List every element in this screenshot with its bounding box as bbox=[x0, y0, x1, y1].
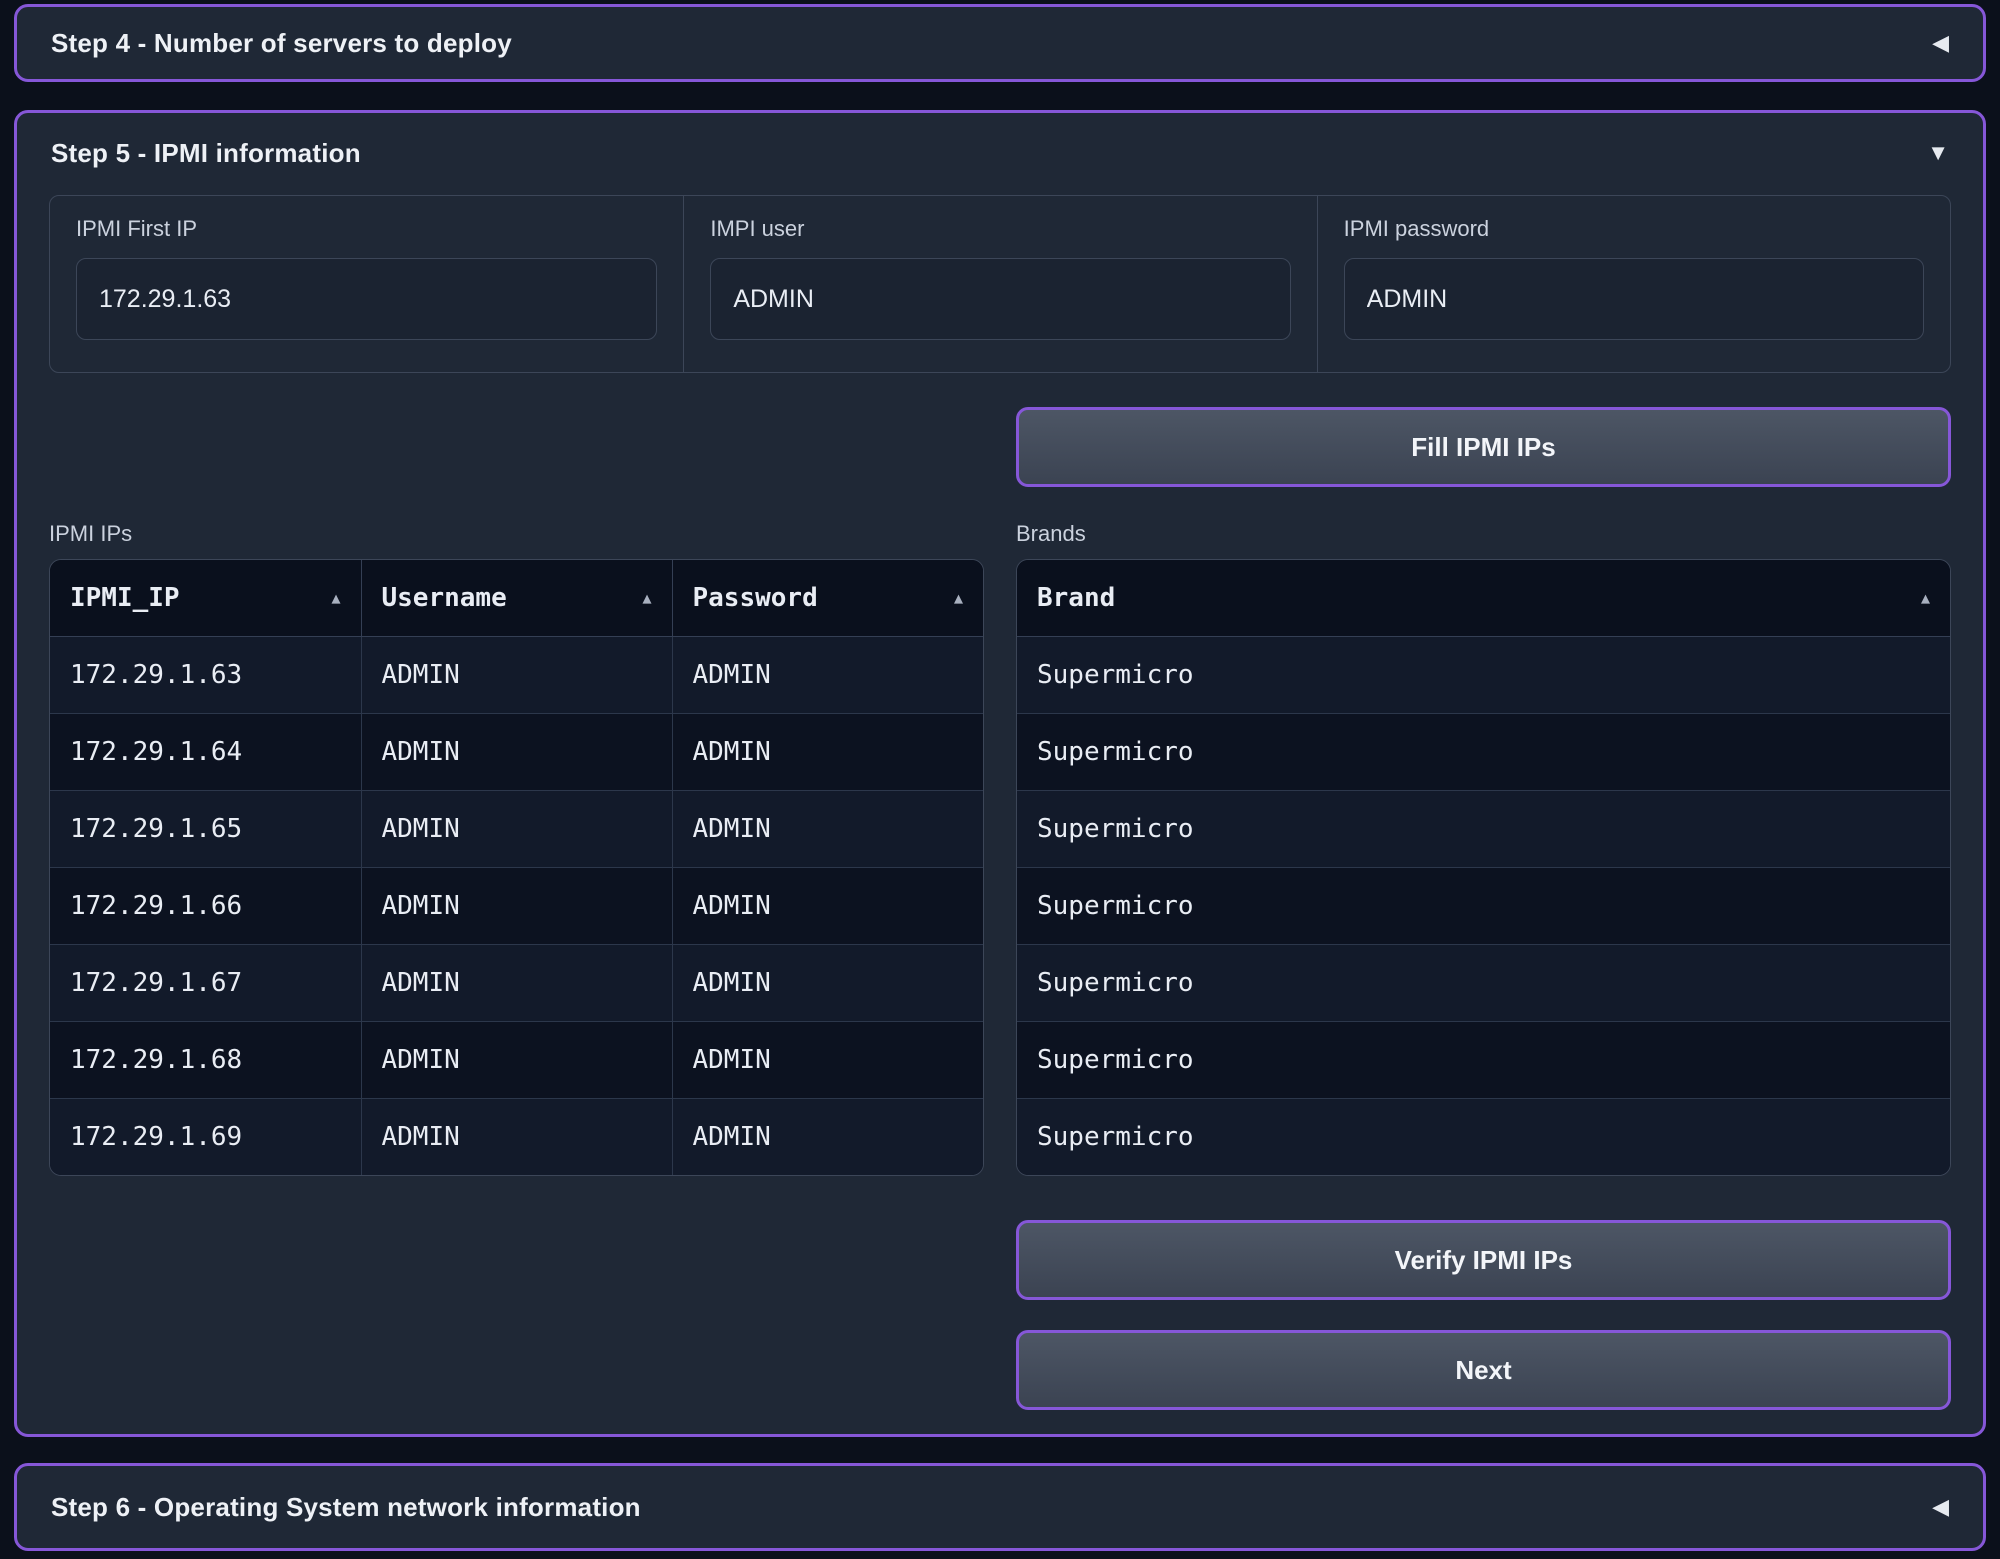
next-button[interactable]: Next bbox=[1016, 1330, 1951, 1410]
table-row: 172.29.1.68ADMINADMIN bbox=[50, 1022, 983, 1099]
table-cell[interactable]: Supermicro bbox=[1017, 714, 1950, 791]
column-header-password[interactable]: Password ▲ bbox=[672, 560, 983, 637]
table-row: 172.29.1.63ADMINADMIN bbox=[50, 637, 983, 714]
table-row: Supermicro bbox=[1017, 868, 1950, 945]
accordion-step4: Step 4 - Number of servers to deploy ◀ bbox=[14, 4, 1986, 82]
table-cell[interactable]: ADMIN bbox=[672, 637, 983, 714]
accordion-step5-title: Step 5 - IPMI information bbox=[51, 138, 361, 169]
accordion-step4-header[interactable]: Step 4 - Number of servers to deploy ◀ bbox=[17, 7, 1983, 79]
table-cell[interactable]: ADMIN bbox=[361, 1022, 672, 1099]
table-cell[interactable]: 172.29.1.66 bbox=[50, 868, 361, 945]
ipmi-user-field-group: IMPI user bbox=[683, 196, 1316, 372]
table-cell[interactable]: Supermicro bbox=[1017, 1022, 1950, 1099]
table-row: 172.29.1.69ADMINADMIN bbox=[50, 1099, 983, 1176]
table-cell[interactable]: 172.29.1.68 bbox=[50, 1022, 361, 1099]
table-cell[interactable]: 172.29.1.65 bbox=[50, 791, 361, 868]
brands-table: Brand▲SupermicroSupermicroSupermicroSupe… bbox=[1017, 560, 1950, 1175]
accordion-step5: Step 5 - IPMI information ▼ IPMI First I… bbox=[14, 110, 1986, 1437]
accordion-step6-header[interactable]: Step 6 - Operating System network inform… bbox=[17, 1466, 1983, 1548]
table-row: Supermicro bbox=[1017, 714, 1950, 791]
table-cell[interactable]: Supermicro bbox=[1017, 868, 1950, 945]
sort-asc-icon: ▲ bbox=[642, 589, 651, 607]
table-cell[interactable]: 172.29.1.63 bbox=[50, 637, 361, 714]
ipmi-user-label: IMPI user bbox=[710, 216, 1290, 242]
table-cell[interactable]: ADMIN bbox=[361, 714, 672, 791]
table-cell[interactable]: ADMIN bbox=[672, 791, 983, 868]
table-cell[interactable]: Supermicro bbox=[1017, 1099, 1950, 1176]
ipmi-first-ip-field-group: IPMI First IP bbox=[50, 196, 683, 372]
table-row: 172.29.1.64ADMINADMIN bbox=[50, 714, 983, 791]
table-cell[interactable]: ADMIN bbox=[361, 791, 672, 868]
table-cell[interactable]: Supermicro bbox=[1017, 945, 1950, 1022]
table-cell[interactable]: 172.29.1.67 bbox=[50, 945, 361, 1022]
table-row: 172.29.1.66ADMINADMIN bbox=[50, 868, 983, 945]
ipmi-password-input[interactable] bbox=[1344, 258, 1924, 340]
ipmi-first-ip-label: IPMI First IP bbox=[76, 216, 657, 242]
step5-content: IPMI First IP IMPI user IPMI password Fi… bbox=[17, 193, 1983, 1434]
table-cell[interactable]: ADMIN bbox=[361, 1099, 672, 1176]
table-cell[interactable]: ADMIN bbox=[361, 868, 672, 945]
ipmi-password-label: IPMI password bbox=[1344, 216, 1924, 242]
accordion-step6: Step 6 - Operating System network inform… bbox=[14, 1463, 1986, 1551]
table-cell[interactable]: ADMIN bbox=[361, 945, 672, 1022]
brands-table-container: Brand▲SupermicroSupermicroSupermicroSupe… bbox=[1016, 559, 1951, 1176]
column-header-brand[interactable]: Brand ▲ bbox=[1017, 560, 1950, 637]
column-header-label: IPMI_IP bbox=[70, 583, 180, 613]
table-cell[interactable]: 172.29.1.69 bbox=[50, 1099, 361, 1176]
table-cell[interactable]: ADMIN bbox=[672, 1022, 983, 1099]
column-header-label: Username bbox=[382, 583, 507, 613]
accordion-collapsed-icon[interactable]: ◀ bbox=[1932, 1496, 1949, 1518]
table-cell[interactable]: 172.29.1.64 bbox=[50, 714, 361, 791]
table-cell[interactable]: ADMIN bbox=[361, 637, 672, 714]
table-cell[interactable]: ADMIN bbox=[672, 868, 983, 945]
accordion-step5-header[interactable]: Step 5 - IPMI information ▼ bbox=[17, 113, 1983, 193]
column-header-ipmi_ip[interactable]: IPMI_IP ▲ bbox=[50, 560, 361, 637]
ipmi-first-ip-input[interactable] bbox=[76, 258, 657, 340]
ipmi-password-field-group: IPMI password bbox=[1317, 196, 1950, 372]
table-row: Supermicro bbox=[1017, 791, 1950, 868]
table-cell[interactable]: Supermicro bbox=[1017, 637, 1950, 714]
accordion-step6-title: Step 6 - Operating System network inform… bbox=[51, 1492, 641, 1523]
deployment-wizard-page: Step 4 - Number of servers to deploy ◀ S… bbox=[0, 0, 2000, 1555]
sort-asc-icon: ▲ bbox=[331, 589, 340, 607]
verify-ipmi-ips-button[interactable]: Verify IPMI IPs bbox=[1016, 1220, 1951, 1300]
table-cell[interactable]: ADMIN bbox=[672, 1099, 983, 1176]
table-header-row: Brand ▲ bbox=[1017, 560, 1950, 637]
table-cell[interactable]: Supermicro bbox=[1017, 791, 1950, 868]
ipmi-ips-table-label: IPMI IPs bbox=[49, 521, 984, 547]
sort-asc-icon: ▲ bbox=[1921, 589, 1930, 607]
column-header-username[interactable]: Username ▲ bbox=[361, 560, 672, 637]
table-row: Supermicro bbox=[1017, 1099, 1950, 1176]
fill-ipmi-ips-button[interactable]: Fill IPMI IPs bbox=[1016, 407, 1951, 487]
table-cell[interactable]: ADMIN bbox=[672, 945, 983, 1022]
sort-asc-icon: ▲ bbox=[954, 589, 963, 607]
column-header-label: Password bbox=[693, 583, 818, 613]
table-row: 172.29.1.67ADMINADMIN bbox=[50, 945, 983, 1022]
table-row: Supermicro bbox=[1017, 945, 1950, 1022]
accordion-expanded-icon[interactable]: ▼ bbox=[1927, 142, 1949, 164]
accordion-step4-title: Step 4 - Number of servers to deploy bbox=[51, 28, 512, 59]
table-row: Supermicro bbox=[1017, 1022, 1950, 1099]
ipmi-user-input[interactable] bbox=[710, 258, 1290, 340]
table-header-row: IPMI_IP ▲ Username ▲ Password ▲ bbox=[50, 560, 983, 637]
ipmi-credentials-form: IPMI First IP IMPI user IPMI password bbox=[49, 195, 1951, 373]
column-header-label: Brand bbox=[1037, 583, 1115, 613]
table-cell[interactable]: ADMIN bbox=[672, 714, 983, 791]
accordion-collapsed-icon[interactable]: ◀ bbox=[1932, 32, 1949, 54]
table-row: 172.29.1.65ADMINADMIN bbox=[50, 791, 983, 868]
table-row: Supermicro bbox=[1017, 637, 1950, 714]
brands-table-label: Brands bbox=[1016, 521, 1951, 547]
ipmi-ips-table-container: IPMI_IP▲Username▲Password▲172.29.1.63ADM… bbox=[49, 559, 984, 1176]
ipmi-ips-table: IPMI_IP▲Username▲Password▲172.29.1.63ADM… bbox=[50, 560, 983, 1175]
